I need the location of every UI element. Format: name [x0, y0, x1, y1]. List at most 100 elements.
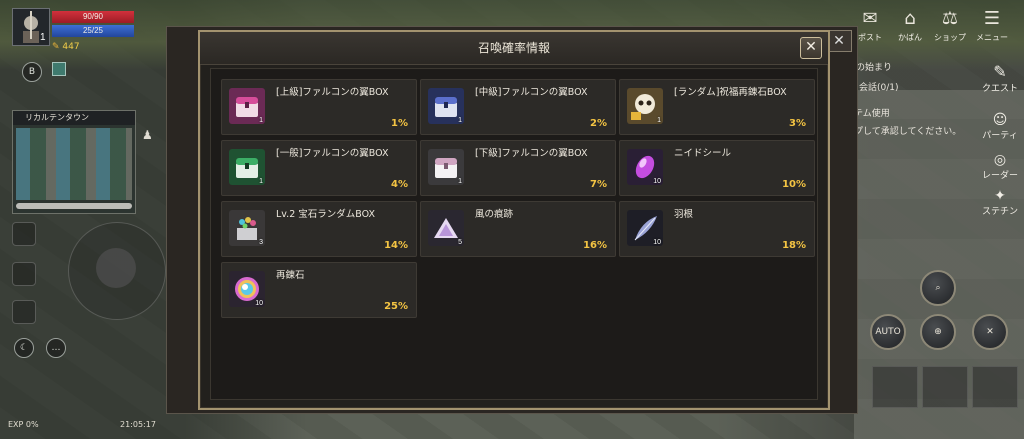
quest-label: クエスト — [981, 84, 1018, 94]
dialog-header: 召喚確率情報 ✕ — [200, 32, 828, 65]
party-icon: ☺ — [992, 112, 1008, 128]
mp-bar: 25/25 — [52, 25, 134, 37]
swords-icon: ✕ — [986, 327, 994, 337]
skill-slot[interactable] — [922, 366, 968, 408]
shop-label: ショップ — [934, 33, 966, 42]
item-rate: 4% — [391, 179, 408, 190]
item-quantity: 5 — [458, 239, 462, 246]
purple-gem-icon: 10 — [627, 149, 663, 185]
item-quantity: 1 — [259, 178, 263, 185]
item-card[interactable]: 1 [中級]ファルコンの翼BOX 2% — [420, 79, 616, 135]
target-icon[interactable] — [12, 300, 36, 324]
rainbow-stone-icon: 10 — [229, 271, 265, 307]
item-quantity: 1 — [458, 178, 462, 185]
item-name: 風の痕跡 — [475, 209, 514, 220]
level-indicator: 1 — [40, 32, 46, 43]
stats-icon[interactable] — [12, 222, 36, 246]
stagecraft-button[interactable]: ✦ ステチン — [978, 188, 1022, 217]
close-button[interactable]: ✕ — [800, 37, 822, 59]
item-card[interactable]: 5 風の痕跡 16% — [420, 201, 616, 257]
party-button[interactable]: ☺ パーティ — [978, 112, 1022, 141]
item-rate: 1% — [391, 118, 408, 129]
item-name: ニイドシール — [674, 148, 732, 159]
item-rate: 18% — [782, 240, 806, 251]
bag-label: かばん — [898, 33, 922, 42]
bag-icon: ⌂ — [904, 8, 916, 29]
item-rate: 10% — [782, 179, 806, 190]
chest-white-icon: 1 — [428, 149, 464, 185]
status-bar: EXP 0% 21:05:17 — [0, 416, 200, 434]
item-rate: 2% — [590, 118, 607, 129]
item-name: Lv.2 宝石ランダムBOX — [276, 209, 375, 220]
quest-button[interactable]: ✎ クエスト — [978, 62, 1022, 94]
minimap[interactable]: リカルテンタウン — [12, 110, 136, 214]
gold-amount: ✎ 447 — [52, 42, 80, 52]
item-quantity: 10 — [255, 300, 263, 307]
item-quantity: 1 — [259, 117, 263, 124]
item-grid: 1 [上級]ファルコンの翼BOX 1% 1 [中級]ファルコンの翼BOX 2% 1 [ランダム… — [210, 68, 818, 400]
auto-button[interactable]: AUTO — [870, 314, 906, 350]
joystick-knob[interactable] — [96, 248, 136, 288]
item-name: [中級]ファルコンの翼BOX — [475, 87, 588, 98]
item-card[interactable]: 10 再錬石 25% — [221, 262, 417, 318]
item-name: [上級]ファルコンの翼BOX — [276, 87, 389, 98]
quest-icon: ✎ — [993, 62, 1007, 81]
hamburger-icon: ☰ — [983, 8, 1001, 29]
quest-line-3: テム使用 — [854, 109, 890, 119]
minimap-view — [16, 128, 132, 200]
menu-button[interactable]: ☰ メニュー — [972, 8, 1012, 43]
item-quantity: 10 — [653, 178, 661, 185]
item-card[interactable]: 3 Lv.2 宝石ランダムBOX 14% — [221, 201, 417, 257]
stagecraft-icon: ✦ — [994, 188, 1006, 204]
person-icon[interactable]: ♟ — [142, 128, 156, 142]
chest-green-icon: 1 — [229, 149, 265, 185]
skill-slot[interactable] — [872, 366, 918, 408]
jewel-box-icon: 3 — [229, 210, 265, 246]
wind-trace-icon: 5 — [428, 210, 464, 246]
moon-icon[interactable]: ☾ — [14, 338, 34, 358]
shop-button[interactable]: ⚖ ショップ — [930, 8, 970, 43]
chest-pink-icon: 1 — [229, 88, 265, 124]
gold-value: 447 — [62, 42, 80, 52]
radar-label: レーダー — [981, 171, 1018, 181]
exp-text: EXP 0% — [8, 420, 39, 429]
summon-probability-dialog: 召喚確率情報 ✕ 1 [上級]ファルコンの翼BOX 1% 1 [中級]ファルコンの翼BO… — [198, 30, 830, 410]
bag-button[interactable]: ⌂ かばん — [890, 8, 930, 43]
b-button[interactable]: B — [22, 62, 42, 82]
buff-icon — [52, 62, 66, 76]
target-lock-button[interactable]: ⊕ — [920, 314, 956, 350]
item-quantity: 1 — [458, 117, 462, 124]
item-card[interactable]: 1 [下級]ファルコンの翼BOX 7% — [420, 140, 616, 196]
clock-text: 21:05:17 — [120, 420, 156, 429]
radar-button[interactable]: ◎ レーダー — [978, 152, 1022, 181]
stagecraft-label: ステチン — [981, 207, 1018, 217]
item-rate: 7% — [590, 179, 607, 190]
skull-box-icon: 1 — [627, 88, 663, 124]
item-card[interactable]: 10 ニイドシール 10% — [619, 140, 815, 196]
hp-bar: 90/90 — [52, 11, 134, 23]
minimap-zoom-slider[interactable] — [16, 203, 132, 209]
emblem-icon[interactable] — [12, 262, 36, 286]
item-rate: 16% — [583, 240, 607, 251]
post-label: ポスト — [858, 33, 882, 42]
chat-icon[interactable]: … — [46, 338, 66, 358]
item-quantity: 3 — [259, 239, 263, 246]
item-card[interactable]: 1 [ランダム]祝福再錬石BOX 3% — [619, 79, 815, 135]
item-card[interactable]: 10 羽根 18% — [619, 201, 815, 257]
radar-icon: ◎ — [993, 152, 1007, 168]
skill-slot[interactable] — [972, 366, 1018, 408]
item-name: 羽根 — [674, 209, 694, 220]
chest-blue-icon: 1 — [428, 88, 464, 124]
zoom-button[interactable]: ⌕ — [920, 270, 956, 306]
quest-line-1: の始まり — [856, 63, 893, 73]
item-rate: 14% — [384, 240, 408, 251]
item-quantity: 10 — [653, 239, 661, 246]
item-name: [一般]ファルコンの翼BOX — [276, 148, 389, 159]
item-name: [ランダム]祝福再錬石BOX — [674, 87, 787, 98]
minimap-title: リカルテンタウン — [13, 111, 135, 125]
feather-icon: 10 — [627, 210, 663, 246]
item-card[interactable]: 1 [一般]ファルコンの翼BOX 4% — [221, 140, 417, 196]
attack-button[interactable]: ✕ — [972, 314, 1008, 350]
party-label: パーティ — [982, 131, 1018, 141]
item-card[interactable]: 1 [上級]ファルコンの翼BOX 1% — [221, 79, 417, 135]
